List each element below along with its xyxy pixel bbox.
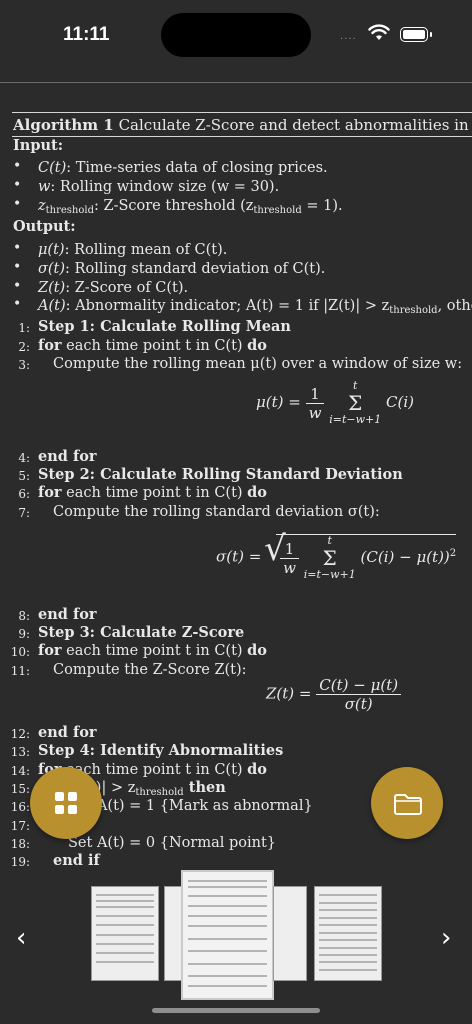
algorithm-top-rule: [12, 112, 472, 113]
battery-icon: [400, 27, 428, 42]
algorithm-line: end if: [53, 852, 100, 869]
next-page-button[interactable]: ›: [441, 923, 451, 953]
line-number: 2:: [18, 340, 30, 354]
line-number: 15:: [10, 782, 30, 796]
line-number: 6:: [18, 487, 30, 501]
home-indicator: [152, 1008, 320, 1013]
line-number: 12:: [10, 727, 30, 741]
algorithm-line: for each time point t in C(t) do: [38, 337, 267, 354]
line-number: 10:: [10, 645, 30, 659]
status-bar: 11:11 ....: [0, 0, 472, 72]
status-time: 11:11: [63, 24, 110, 45]
line-number: 19:: [10, 855, 30, 869]
output-label: Output:: [13, 218, 76, 235]
wifi-icon: [368, 24, 390, 40]
line-number: 14:: [10, 764, 30, 778]
algorithm-line: for each time point t in C(t) do: [38, 642, 267, 659]
output-item: A(t): Abnormality indicator; A(t) = 1 if…: [38, 298, 472, 316]
algorithm-title: Algorithm 1 Calculate Z-Score and detect…: [13, 116, 472, 134]
bullet-icon: •: [13, 240, 22, 256]
algorithm-line: Compute the Z-Score Z(t):: [53, 662, 247, 678]
signal-icon: ....: [340, 31, 357, 42]
line-number: 4:: [18, 451, 30, 465]
page-thumbnail-1[interactable]: [91, 886, 159, 981]
output-item: μ(t): Rolling mean of C(t).: [38, 242, 228, 258]
document-page[interactable]: Algorithm 1 Calculate Z-Score and detect…: [0, 110, 472, 872]
output-item: σ(t): Rolling standard deviation of C(t)…: [38, 261, 326, 277]
line-number: 1:: [18, 321, 30, 335]
page-thumbnail-3-active[interactable]: [181, 870, 274, 1000]
battery-tip: [430, 32, 432, 37]
equation-rolling-std: σ(t) = √ 1w t Σi=t−w+1 (C(i) − μ(t))2: [216, 529, 457, 581]
bullet-icon: •: [13, 177, 22, 193]
bullet-icon: •: [13, 296, 22, 312]
step-heading: Step 2: Calculate Rolling Standard Devia…: [38, 466, 403, 483]
open-folder-button[interactable]: [371, 767, 443, 839]
sqrt-icon: √: [264, 529, 286, 569]
algorithm-title-rule: [12, 136, 472, 137]
line-number: 9:: [18, 627, 30, 641]
line-number: 3:: [18, 358, 30, 372]
input-item: zthreshold: Z-Score threshold (zthreshol…: [38, 198, 343, 216]
algorithm-line: for each time point t in C(t) do: [38, 484, 267, 501]
line-number: 16:: [10, 800, 30, 814]
step-heading: Step 3: Calculate Z-Score: [38, 624, 245, 641]
algorithm-line: Compute the rolling standard deviation σ…: [53, 504, 380, 520]
top-divider: [0, 82, 472, 83]
algorithm-line: end for: [38, 448, 97, 465]
equation-rolling-mean: μ(t) = 1w t Σi=t−w+1 C(i): [256, 379, 415, 426]
algorithm-line: Set A(t) = 1 {Mark as abnormal}: [68, 798, 313, 814]
bullet-icon: •: [13, 158, 22, 174]
previous-page-button[interactable]: ‹: [16, 923, 26, 953]
bullet-icon: •: [13, 259, 22, 275]
grid-icon: [55, 792, 77, 814]
folder-icon: [394, 794, 422, 815]
input-label: Input:: [13, 137, 64, 154]
dynamic-island: [161, 13, 311, 57]
line-number: 17:: [10, 819, 30, 833]
grid-view-button[interactable]: [30, 767, 102, 839]
step-heading: Step 1: Calculate Rolling Mean: [38, 318, 291, 335]
input-item: w: Rolling window size (w = 30).: [38, 179, 280, 195]
page-thumbnail-4[interactable]: [273, 886, 307, 981]
bullet-icon: •: [13, 196, 22, 212]
input-item: C(t): Time-series data of closing prices…: [38, 160, 328, 176]
line-number: 18:: [10, 837, 30, 851]
line-number: 13:: [10, 745, 30, 759]
line-number: 8:: [18, 609, 30, 623]
algorithm-line: Compute the rolling mean μ(t) over a win…: [53, 356, 463, 372]
bullet-icon: •: [13, 278, 22, 294]
page-thumbnail-5[interactable]: [314, 886, 382, 981]
algorithm-line: end for: [38, 606, 97, 623]
line-number: 7:: [18, 506, 30, 520]
algorithm-line: end for: [38, 724, 97, 741]
line-number: 5:: [18, 469, 30, 483]
step-heading: Step 4: Identify Abnormalities: [38, 742, 284, 759]
output-item: Z(t): Z-Score of C(t).: [38, 280, 189, 296]
equation-zscore: Z(t) = C(t) − μ(t) σ(t): [266, 676, 402, 713]
page-thumbnail-2[interactable]: [164, 886, 182, 981]
line-number: 11:: [10, 664, 30, 678]
